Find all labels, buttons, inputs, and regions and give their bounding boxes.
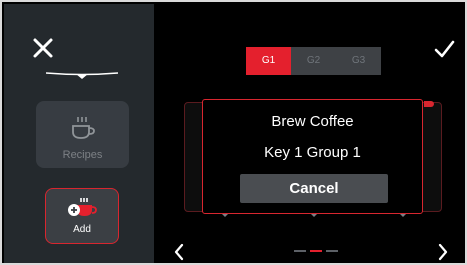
tab-g1[interactable]: G1 bbox=[246, 47, 291, 75]
brew-dialog: Brew Coffee Key 1 Group 1 Cancel bbox=[202, 99, 423, 214]
checkmark-icon[interactable] bbox=[433, 38, 455, 60]
main-panel: G1 G2 G3 Brew Coffee Key 1 Group 1 Cance… bbox=[154, 4, 465, 263]
close-icon[interactable] bbox=[32, 37, 54, 59]
page-dot-active bbox=[310, 250, 322, 252]
recipes-tile-label: Recipes bbox=[62, 149, 103, 161]
page-dot bbox=[326, 250, 338, 252]
dialog-title: Brew Coffee bbox=[271, 113, 354, 130]
tab-g2[interactable]: G2 bbox=[291, 47, 336, 75]
recipes-tile[interactable]: Recipes bbox=[36, 101, 129, 168]
add-tile-label: Add bbox=[73, 224, 91, 235]
app-screen: Recipes Add G1 G2 G3 Brew Coffee Key 1 G… bbox=[0, 0, 467, 265]
chevron-right-icon[interactable] bbox=[436, 242, 450, 262]
tab-g3[interactable]: G3 bbox=[336, 47, 381, 75]
page-dot bbox=[294, 250, 306, 252]
add-coffee-icon bbox=[68, 198, 97, 216]
dialog-subtitle: Key 1 Group 1 bbox=[264, 144, 361, 161]
add-tile[interactable]: Add bbox=[45, 188, 119, 244]
sidebar: Recipes Add bbox=[4, 4, 154, 263]
cancel-button[interactable]: Cancel bbox=[240, 174, 388, 203]
coffee-cup-icon bbox=[72, 117, 95, 139]
page-indicator bbox=[294, 250, 338, 253]
card-accent bbox=[424, 101, 434, 107]
group-tabs: G1 G2 G3 bbox=[246, 47, 381, 75]
chevron-left-icon[interactable] bbox=[172, 242, 186, 262]
divider-swoosh-icon bbox=[46, 72, 118, 79]
